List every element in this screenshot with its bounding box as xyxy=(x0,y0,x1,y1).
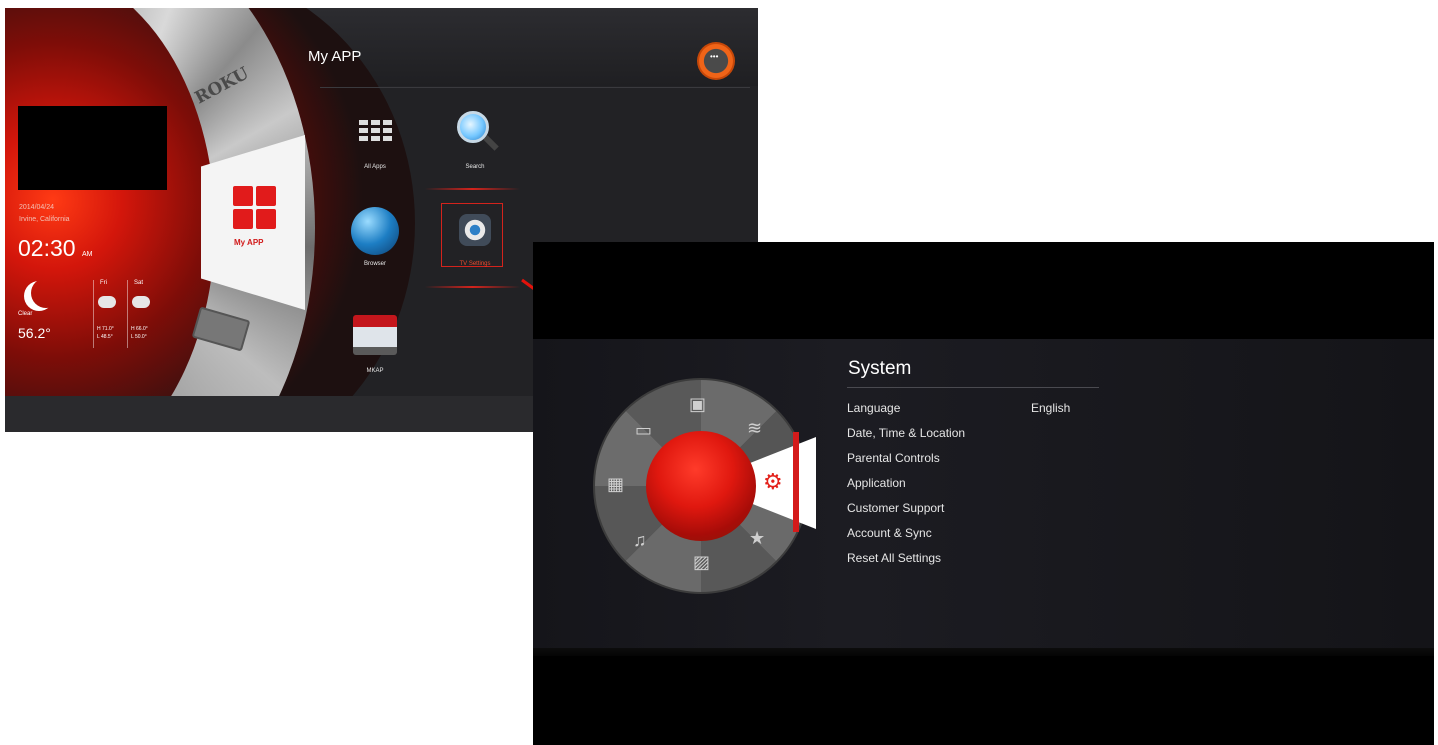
globe-icon xyxy=(351,207,399,255)
app-label: MKAP xyxy=(366,368,384,374)
panel-bottom-edge xyxy=(533,648,1434,656)
tv-icon[interactable]: ▣ xyxy=(689,394,706,415)
all-apps-grid-icon xyxy=(359,120,393,144)
music-icon[interactable]: ♫ xyxy=(633,530,647,551)
exit-button[interactable] xyxy=(697,42,735,80)
video-preview[interactable] xyxy=(18,106,167,190)
mkap-icon xyxy=(353,315,397,355)
setting-account-sync[interactable]: Account & Sync xyxy=(847,526,965,551)
settings-screen: ▭ ▣ ≋ ⚙ ★ ▨ ♫ ▦ System Language Date, Ti… xyxy=(533,242,1434,745)
setting-parental-controls[interactable]: Parental Controls xyxy=(847,451,965,476)
title-divider xyxy=(847,387,1099,388)
wheel-center-orb xyxy=(646,431,756,541)
setting-date-time-location[interactable]: Date, Time & Location xyxy=(847,426,965,451)
wheel-active-edge xyxy=(793,432,799,532)
partly-cloudy-icon xyxy=(98,296,116,308)
app-label: Browser xyxy=(363,261,386,267)
message-icon[interactable]: ▭ xyxy=(635,420,652,441)
clock-am-pm: AM xyxy=(82,251,93,258)
clock-time: 02:30 xyxy=(18,235,76,261)
forecast-day-2: Sat H 66.0° L 50.0° xyxy=(127,280,157,348)
settings-list: Language Date, Time & Location Parental … xyxy=(847,401,965,576)
app-label: All Apps xyxy=(364,164,386,170)
forecast-day-label: Fri xyxy=(100,280,107,286)
partly-cloudy-icon xyxy=(132,296,150,308)
forecast-day-label: Sat xyxy=(134,280,144,286)
moon-icon xyxy=(31,278,61,308)
setting-application[interactable]: Application xyxy=(847,476,965,501)
setting-language[interactable]: Language xyxy=(847,401,965,426)
setting-reset-all[interactable]: Reset All Settings xyxy=(847,551,965,576)
language-value: English xyxy=(1031,401,1071,415)
gear-icon xyxy=(459,214,491,246)
current-temperature: 56.2° xyxy=(18,325,51,341)
exit-button-label: ••• xyxy=(710,52,719,61)
my-app-tile-icon xyxy=(233,186,277,230)
app-label: Search xyxy=(465,164,485,170)
forecast-day-1: Fri H 71.0° L 48.5° xyxy=(93,280,123,348)
picture-icon[interactable]: ▨ xyxy=(693,552,710,573)
app-label: TV Settings xyxy=(459,261,491,267)
date-text: 2014/04/24 xyxy=(19,204,55,211)
location-text: Irvine, California xyxy=(19,216,70,223)
forecast-high-low: H 71.0° L 48.5° xyxy=(97,326,114,340)
forecast-high-low: H 66.0° L 50.0° xyxy=(131,326,148,340)
gear-icon[interactable]: ⚙ xyxy=(763,469,783,495)
film-icon[interactable]: ▦ xyxy=(607,474,624,495)
star-icon[interactable]: ★ xyxy=(749,528,765,549)
selection-rule-top xyxy=(425,188,520,190)
page-title: My APP xyxy=(308,48,362,65)
selection-rule-bottom xyxy=(425,286,520,288)
title-divider xyxy=(320,87,750,88)
settings-title: System xyxy=(848,358,912,379)
setting-customer-support[interactable]: Customer Support xyxy=(847,501,965,526)
magnifier-handle xyxy=(483,135,499,151)
wheel-item-my-app-label: My APP xyxy=(234,238,264,247)
weather-condition: Clear xyxy=(18,311,33,317)
wifi-icon[interactable]: ≋ xyxy=(747,418,762,439)
